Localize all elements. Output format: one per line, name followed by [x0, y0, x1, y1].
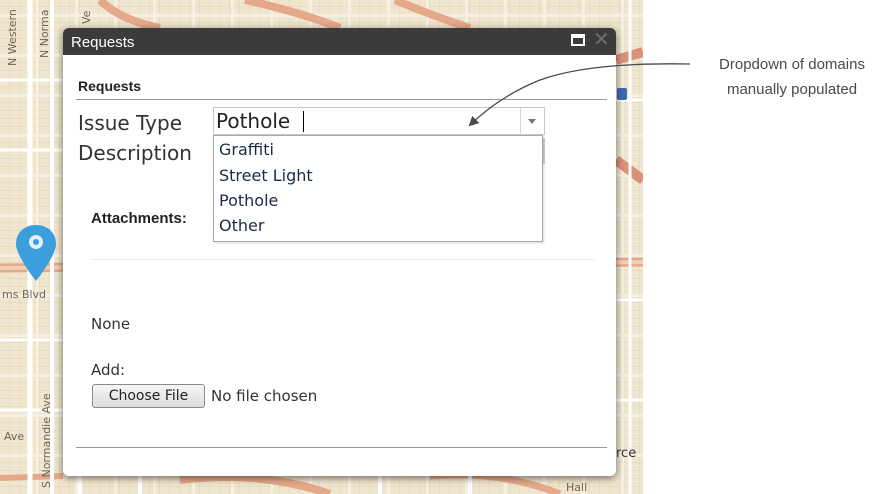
callout-line-1: Dropdown of domains	[719, 56, 865, 73]
callout-annotation: Dropdown of domains manually populated	[696, 52, 885, 102]
callout-line-2: manually populated	[726, 81, 858, 98]
